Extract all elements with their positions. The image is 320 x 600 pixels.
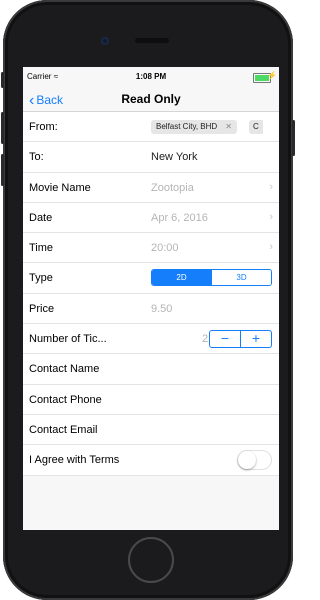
price-value: 9.50 <box>151 302 173 315</box>
speaker <box>135 38 169 43</box>
to-row: To: New York <box>23 142 279 173</box>
segment-2d[interactable]: 2D <box>152 270 211 286</box>
contact-phone-row[interactable]: Contact Phone <box>23 385 279 415</box>
type-row: Type 2D 3D <box>23 263 279 294</box>
front-camera <box>101 37 109 45</box>
status-time: 1:08 PM <box>135 72 167 81</box>
chevron-right-icon: › <box>269 241 273 254</box>
stepper-minus-button[interactable]: − <box>210 331 241 348</box>
type-segmented-control[interactable]: 2D 3D <box>151 269 272 287</box>
toggle-knob <box>238 451 256 470</box>
from-row: From: Belfast City, BHD ✕ C <box>23 112 279 143</box>
contact-phone-label: Contact Phone <box>29 393 102 406</box>
chevron-right-icon: › <box>269 210 273 223</box>
from-label: From: <box>29 121 58 133</box>
contact-email-label: Contact Email <box>29 423 98 436</box>
tickets-label: Number of Tic... <box>29 333 107 346</box>
terms-row: I Agree with Terms <box>23 445 279 476</box>
screen: Carrier ≈ 1:08 PM ⚡ ‹ Back Read Only From… <box>23 67 279 530</box>
type-label: Type <box>29 272 53 285</box>
page-title: Read Only <box>121 92 181 106</box>
stepper-plus-button[interactable]: + <box>241 331 271 347</box>
movie-label: Movie Name <box>29 181 91 194</box>
volume-up-button <box>1 112 4 144</box>
mute-switch <box>1 72 4 88</box>
tickets-value: 2 <box>202 333 209 346</box>
movie-value: Zootopia <box>151 181 194 194</box>
navigation-bar: ‹ Back Read Only <box>23 87 279 112</box>
time-row[interactable]: Time 20:00 › <box>23 233 279 264</box>
volume-down-button <box>1 154 4 186</box>
contact-name-row[interactable]: Contact Name <box>23 354 279 385</box>
terms-label: I Agree with Terms <box>29 454 120 467</box>
power-button <box>292 120 295 156</box>
from-chip[interactable]: Belfast City, BHD ✕ <box>151 120 237 134</box>
date-value: Apr 6, 2016 <box>151 211 208 224</box>
ticket-form: From: Belfast City, BHD ✕ C To: New York … <box>23 112 279 476</box>
time-label: Time <box>29 242 54 255</box>
tickets-row: Number of Tic... 2 − + <box>23 324 279 355</box>
quantity-stepper[interactable]: − + <box>209 330 272 349</box>
date-label: Date <box>29 211 53 224</box>
home-button[interactable] <box>128 537 174 583</box>
to-label: To: <box>29 151 44 164</box>
phone-frame: Carrier ≈ 1:08 PM ⚡ ‹ Back Read Only From… <box>1 0 295 600</box>
from-chip-text: Belfast City, BHD <box>156 122 218 131</box>
time-value: 20:00 <box>151 242 179 255</box>
segment-3d[interactable]: 3D <box>211 270 271 286</box>
to-value: New York <box>151 151 198 164</box>
contact-email-row[interactable]: Contact Email <box>23 415 279 446</box>
movie-row[interactable]: Movie Name Zootopia › <box>23 173 279 203</box>
from-chip-partial[interactable]: C <box>249 120 263 134</box>
date-row[interactable]: Date Apr 6, 2016 › <box>23 203 279 234</box>
status-bar: Carrier ≈ 1:08 PM ⚡ <box>23 67 279 87</box>
contact-name-label: Contact Name <box>29 363 100 376</box>
terms-toggle[interactable] <box>237 450 272 471</box>
price-row: Price 9.50 <box>23 294 279 325</box>
close-icon[interactable]: ✕ <box>225 122 232 131</box>
chevron-right-icon: › <box>269 180 273 193</box>
price-label: Price <box>29 302 55 315</box>
charging-icon: ⚡ <box>267 71 277 80</box>
